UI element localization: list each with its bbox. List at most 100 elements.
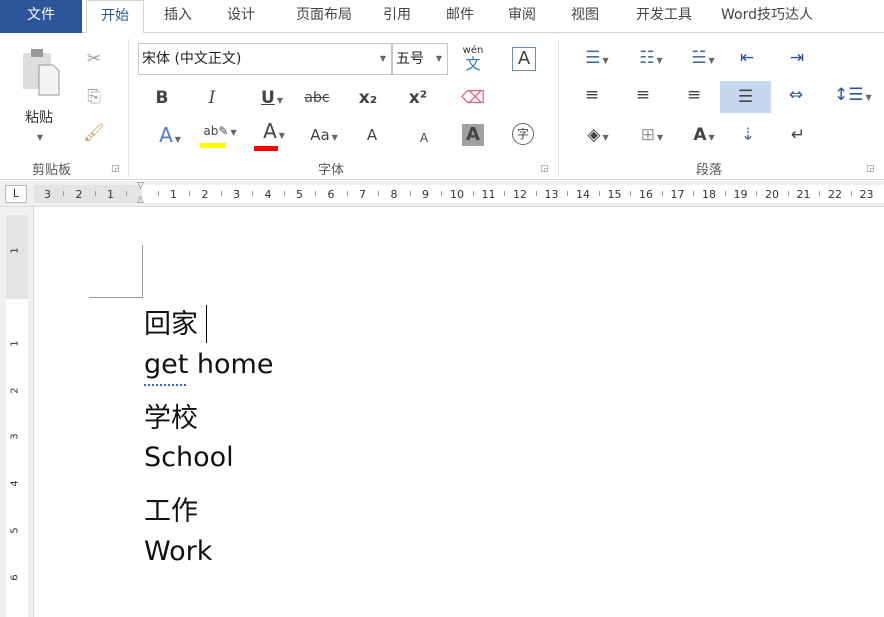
- ruler-tick: [220, 191, 222, 196]
- ruler-number: 5: [9, 527, 21, 534]
- ruler-number: 21: [796, 188, 811, 201]
- dialog-launcher-icon[interactable]: ◲: [540, 164, 549, 174]
- asian-layout-button[interactable]: A ▼: [684, 125, 724, 148]
- character-shading-button[interactable]: A: [462, 124, 484, 146]
- ruler-number: 4: [9, 480, 21, 487]
- ruler-tick: [94, 191, 96, 196]
- tab-9[interactable]: 开发工具: [618, 0, 710, 33]
- font-group-label: 字体: [318, 163, 345, 178]
- ruler-tick: [630, 191, 632, 196]
- increase-indent-icon[interactable]: ⇥: [785, 48, 809, 68]
- chevron-down-icon: ▼: [36, 133, 44, 142]
- dialog-launcher-icon[interactable]: ◲: [111, 164, 120, 174]
- paste-icon: [23, 49, 60, 96]
- align-center-icon[interactable]: ≡: [631, 85, 655, 105]
- format-painter-icon[interactable]: 🖌: [82, 123, 106, 143]
- tab-4[interactable]: 页面布局: [272, 0, 376, 33]
- paste-button[interactable]: 粘贴 ▼: [14, 47, 64, 157]
- change-case-label: Aa: [310, 126, 330, 144]
- ruler-number: 9: [422, 188, 429, 201]
- shrink-font-button[interactable]: A: [414, 128, 434, 148]
- horizontal-ruler[interactable]: L ▽ △ 3 2 1 1 2 3 4 5 6 7 8 9 10 11 12 13 14 15 16 17 18 19 20…: [0, 181, 884, 207]
- subscript-button[interactable]: x₂: [356, 88, 380, 108]
- ruler-tick: [535, 191, 537, 196]
- hanging-indent-marker[interactable]: △: [137, 195, 144, 205]
- tab-selector[interactable]: L: [5, 185, 27, 203]
- ruler-tick: [693, 191, 695, 196]
- highlight-color-bar: [200, 143, 226, 148]
- vertical-ruler[interactable]: 1 1 2 3 4 5 6: [0, 207, 34, 617]
- font-name-select[interactable]: 宋体 (中文正文) ▼: [138, 43, 392, 75]
- font-size-select[interactable]: 五号 ▼: [392, 43, 448, 75]
- tab-10[interactable]: Word技巧达人: [712, 0, 822, 33]
- ruler-tick: [252, 191, 254, 196]
- character-border-button[interactable]: A: [512, 47, 536, 71]
- tab-8[interactable]: 视图: [552, 0, 618, 33]
- grow-font-button[interactable]: A: [362, 125, 382, 145]
- enclose-characters-button[interactable]: 字: [512, 123, 534, 145]
- chevron-down-icon: ▼: [174, 135, 181, 144]
- spelling-underline: [144, 384, 186, 386]
- ruler-tick: [567, 191, 569, 196]
- clear-formatting-icon[interactable]: ⌫: [460, 88, 486, 108]
- bullets-button[interactable]: ☰ ▼: [578, 48, 616, 71]
- bold-button[interactable]: B: [150, 88, 174, 108]
- borders-button[interactable]: ⊞ ▼: [632, 125, 672, 148]
- paragraph-group-label: 段落: [696, 163, 723, 178]
- ruler-tick: [157, 191, 159, 196]
- decrease-indent-icon[interactable]: ⇤: [735, 48, 759, 68]
- italic-button[interactable]: I: [200, 88, 224, 108]
- multilevel-list-button[interactable]: ☱ ▼: [684, 48, 722, 71]
- shading-button[interactable]: ◈ ▼: [578, 125, 618, 148]
- ruler-tick: [441, 191, 443, 196]
- tab-6[interactable]: 邮件: [426, 0, 494, 33]
- clipboard-group-label: 剪贴板: [32, 163, 72, 178]
- ruler-number: 3: [233, 188, 240, 201]
- justify-button[interactable]: ☰: [720, 81, 771, 113]
- tab-0[interactable]: 文件: [0, 0, 82, 33]
- distributed-icon[interactable]: ⇔: [784, 85, 808, 105]
- text-cursor: [206, 305, 207, 343]
- ruler-number: 2: [9, 387, 21, 394]
- document-line: 工作: [144, 496, 198, 528]
- ruler-tick: [787, 191, 789, 196]
- font-color-icon: A: [263, 119, 277, 143]
- ruler-number: 18: [702, 188, 716, 201]
- cut-icon[interactable]: ✂: [82, 49, 106, 69]
- numbering-button[interactable]: ☷ ▼: [632, 48, 670, 71]
- ribbon-tabs: 文件 开始 插入 设计 页面布局 引用 邮件 审阅 视图 开发工具 Word技巧达人: [0, 0, 884, 34]
- align-left-icon[interactable]: ≡: [580, 85, 604, 105]
- ruler-tick: [63, 191, 65, 196]
- ruler-number: 7: [359, 188, 366, 201]
- tab-7[interactable]: 审阅: [494, 0, 550, 33]
- chevron-down-icon: ▼: [435, 54, 442, 63]
- ruler-number: 14: [576, 188, 590, 201]
- copy-icon[interactable]: ⎘: [82, 87, 106, 107]
- tab-3[interactable]: 设计: [212, 0, 270, 33]
- tab-5[interactable]: 引用: [372, 0, 422, 33]
- highlight-button[interactable]: ab✎ ▼: [200, 121, 240, 148]
- text-effects-button[interactable]: A ▼: [150, 125, 190, 150]
- margin-corner-mark: [89, 245, 143, 298]
- chevron-down-icon: ▼: [278, 131, 285, 140]
- strikethrough-button[interactable]: abc: [302, 88, 332, 108]
- ruler-number: 15: [607, 188, 622, 201]
- sort-icon[interactable]: ⇣: [736, 125, 760, 145]
- font-color-button[interactable]: A ▼: [254, 121, 294, 151]
- ruler-tick: [504, 191, 506, 196]
- dialog-launcher-icon[interactable]: ◲: [866, 164, 875, 174]
- tab-2[interactable]: 插入: [148, 0, 208, 33]
- superscript-button[interactable]: x²: [406, 88, 430, 108]
- underline-button[interactable]: U ▼: [252, 88, 292, 111]
- line-spacing-button[interactable]: ↕☰ ▼: [834, 85, 872, 108]
- ruler-tick: [189, 191, 191, 196]
- tab-1[interactable]: 开始: [86, 0, 144, 34]
- align-right-icon[interactable]: ≡: [682, 85, 706, 105]
- show-marks-icon[interactable]: ↵: [786, 125, 810, 145]
- change-case-button[interactable]: Aa ▼: [306, 125, 342, 148]
- first-line-indent-marker[interactable]: ▽: [137, 181, 144, 191]
- document-line: 学校: [144, 402, 198, 434]
- phonetic-guide-button[interactable]: wén 文: [460, 45, 486, 72]
- ruler-tick: [378, 191, 380, 196]
- ruler-tick: [283, 191, 285, 196]
